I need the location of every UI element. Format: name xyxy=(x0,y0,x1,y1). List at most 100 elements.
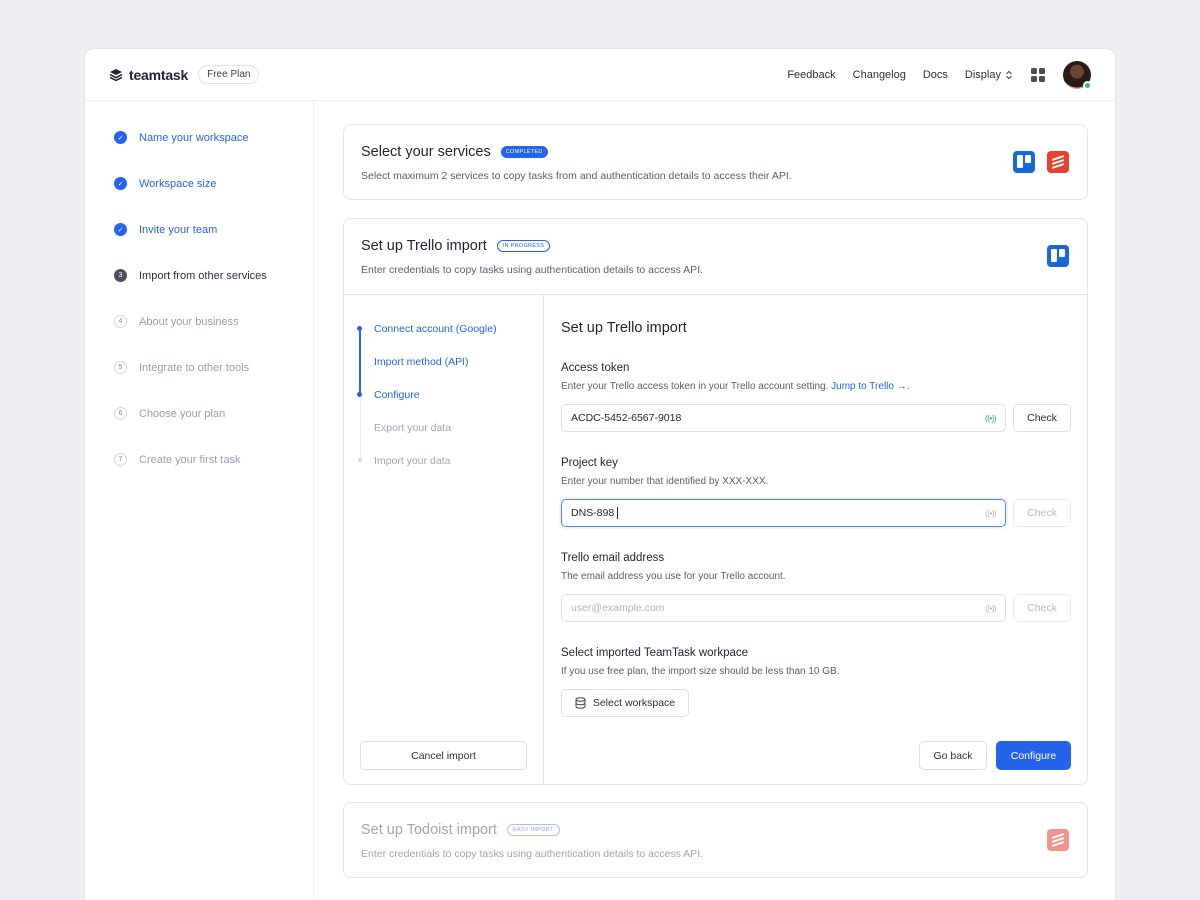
trello-title-row: Set up Trello import IN PROGRESS xyxy=(361,238,703,254)
step-number: 4 xyxy=(114,315,127,328)
import-substeps: Connect account (Google) Import method (… xyxy=(344,295,544,784)
substep-import-method[interactable]: Import method (API) xyxy=(374,356,469,368)
connected-signal-icon: ((•)) xyxy=(985,413,996,423)
access-token-help-text: Enter your Trello access token in your T… xyxy=(561,381,829,392)
services-card: Select your services COMPLETED Select ma… xyxy=(343,124,1088,200)
easy-import-badge: EASY IMPORT xyxy=(506,824,560,836)
sidebar-step-about-business[interactable]: 4 About your business xyxy=(114,315,239,328)
card-description: Enter credentials to copy tasks using au… xyxy=(361,848,704,860)
project-key-value: DNS-898 xyxy=(571,507,615,519)
services-title-row: Select your services COMPLETED xyxy=(361,144,792,160)
todoist-title-row: Set up Todoist import EASY IMPORT xyxy=(361,822,703,838)
sidebar-step-choose-plan[interactable]: 6 Choose your plan xyxy=(114,407,225,420)
step-number: 3 xyxy=(114,269,127,282)
step-label: Integrate to other tools xyxy=(139,361,250,374)
step-label: Workspace size xyxy=(139,177,217,190)
substep-export-data: Export your data xyxy=(374,422,452,434)
jump-to-trello-link[interactable]: Jump to Trello → xyxy=(831,381,907,392)
layers-logo-icon xyxy=(109,68,123,81)
check-icon: ✓ xyxy=(114,131,127,144)
sidebar-step-first-task[interactable]: 7 Create your first task xyxy=(114,453,240,466)
top-bar: teamtask Free Plan Feedback Changelog Do… xyxy=(85,49,1115,101)
nav-docs[interactable]: Docs xyxy=(923,69,948,81)
access-token-check-button[interactable]: Check xyxy=(1013,404,1071,432)
cancel-import-button[interactable]: Cancel import xyxy=(360,741,527,770)
select-workspace-label: Select workspace xyxy=(592,697,676,709)
email-help: The email address you use for your Trell… xyxy=(561,571,786,582)
top-nav: Feedback Changelog Docs Display xyxy=(770,49,1092,101)
nav-feedback[interactable]: Feedback xyxy=(787,69,835,81)
trello-logo-icon xyxy=(1047,245,1069,267)
access-token-value: ACDC-5452-6567-9018 xyxy=(571,412,682,424)
brand-name: teamtask xyxy=(129,66,189,83)
select-workspace-button[interactable]: Select workspace xyxy=(561,689,689,717)
app-window: teamtask Free Plan Feedback Changelog Do… xyxy=(84,48,1116,900)
substep-dot xyxy=(357,392,362,397)
in-progress-badge: IN PROGRESS xyxy=(496,240,551,252)
chevron-updown-icon xyxy=(1006,70,1012,80)
substep-configure[interactable]: Configure xyxy=(374,389,420,401)
step-number: 6 xyxy=(114,407,127,420)
sidebar-step-import-services[interactable]: 3 Import from other services xyxy=(114,269,267,282)
onboarding-steps-sidebar: ✓ Name your workspace ✓ Workspace size ✓… xyxy=(85,101,314,900)
check-icon: ✓ xyxy=(114,177,127,190)
substep-import-data: Import your data xyxy=(374,455,451,467)
step-label: Invite your team xyxy=(139,223,218,236)
database-icon xyxy=(575,697,586,709)
plan-badge[interactable]: Free Plan xyxy=(198,65,260,84)
form-title: Set up Trello import xyxy=(561,320,687,336)
signal-icon: ((•)) xyxy=(985,508,996,518)
display-label: Display xyxy=(964,69,1001,81)
completed-badge: COMPLETED xyxy=(500,146,548,158)
configure-button[interactable]: Configure xyxy=(996,741,1071,770)
brand[interactable]: teamtask xyxy=(109,67,188,83)
card-title: Set up Todoist import xyxy=(361,822,497,838)
access-token-help: Enter your Trello access token in your T… xyxy=(561,381,910,392)
step-label: Import from other services xyxy=(139,269,267,282)
email-label: Trello email address xyxy=(561,552,665,564)
email-input[interactable]: user@example.com ((•)) xyxy=(561,594,1006,622)
card-description: Select maximum 2 services to copy tasks … xyxy=(361,170,792,182)
nav-changelog[interactable]: Changelog xyxy=(853,69,906,81)
access-token-input[interactable]: ACDC-5452-6567-9018 ((•)) xyxy=(561,404,1006,432)
sidebar-step-invite-team[interactable]: ✓ Invite your team xyxy=(114,223,217,236)
sidebar-step-name-workspace[interactable]: ✓ Name your workspace xyxy=(114,131,248,144)
project-key-help: Enter your number that identified by XXX… xyxy=(561,476,769,487)
display-dropdown[interactable]: Display xyxy=(965,69,1013,81)
text-caret xyxy=(617,507,619,519)
signal-icon: ((•)) xyxy=(985,603,996,613)
go-back-button[interactable]: Go back xyxy=(919,741,987,770)
todoist-logo-icon xyxy=(1047,829,1069,851)
step-label: Create your first task xyxy=(139,453,241,466)
workspace-help: If you use free plan, the import size sh… xyxy=(561,666,840,677)
card-title: Select your services xyxy=(361,144,491,160)
trello-import-form: Set up Trello import Access token Enter … xyxy=(544,295,1087,784)
step-number: 7 xyxy=(114,453,127,466)
apps-grid-icon[interactable] xyxy=(1031,68,1045,82)
project-key-check-button[interactable]: Check xyxy=(1013,499,1071,527)
project-key-label: Project key xyxy=(561,457,618,469)
check-icon: ✓ xyxy=(114,223,127,236)
sidebar-step-integrate-tools[interactable]: 5 Integrate to other tools xyxy=(114,361,249,374)
access-token-label: Access token xyxy=(561,362,630,374)
project-key-input[interactable]: DNS-898 ((•)) xyxy=(561,499,1006,527)
substep-dot xyxy=(358,458,362,462)
step-label: Choose your plan xyxy=(139,407,226,420)
trello-logo-icon[interactable] xyxy=(1013,151,1035,173)
substep-dot xyxy=(357,326,362,331)
progress-line-pending xyxy=(359,394,361,460)
trello-import-card: Set up Trello import IN PROGRESS Enter c… xyxy=(343,218,1088,785)
todoist-import-card[interactable]: Set up Todoist import EASY IMPORT Enter … xyxy=(343,802,1088,878)
step-label: About your business xyxy=(139,315,239,328)
sidebar-step-workspace-size[interactable]: ✓ Workspace size xyxy=(114,177,216,190)
substep-connect-account[interactable]: Connect account (Google) xyxy=(374,323,497,335)
online-status-dot xyxy=(1083,81,1092,90)
card-description: Enter credentials to copy tasks using au… xyxy=(361,264,704,276)
card-title: Set up Trello import xyxy=(361,238,487,254)
email-check-button[interactable]: Check xyxy=(1013,594,1071,622)
progress-line xyxy=(359,328,361,394)
user-avatar[interactable] xyxy=(1063,61,1092,90)
todoist-logo-icon[interactable] xyxy=(1047,151,1069,173)
step-number: 5 xyxy=(114,361,127,374)
workspace-label: Select imported TeamTask workpace xyxy=(561,647,749,659)
